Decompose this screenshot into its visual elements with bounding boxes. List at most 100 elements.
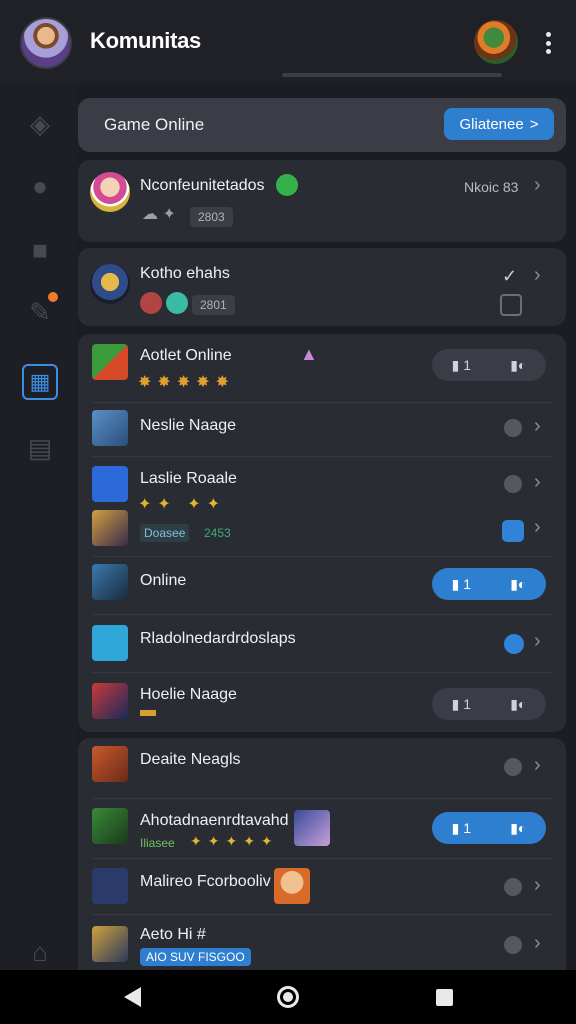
home-icon[interactable] — [277, 986, 299, 1008]
list-item[interactable]: Laslie Roaale ✦✦ ✦✦ › Doasee 2453 › — [78, 456, 566, 556]
briefcase-icon: ■ — [32, 234, 48, 265]
system-nav-bar — [0, 970, 576, 1024]
lock-icon — [500, 294, 522, 316]
chevron-right-icon[interactable]: › — [534, 471, 541, 494]
rail-item-grid[interactable]: ▦ — [22, 364, 58, 400]
chevron-right-icon[interactable]: › — [534, 264, 541, 287]
chat-icon — [276, 174, 298, 196]
list-item-title: Deaite Neagls — [140, 751, 241, 768]
game-list-card: Aotlet Online ▲ ✸✸✸✸✸ ▮ 1 ▮◐ Neslie Naag… — [78, 334, 566, 732]
game-thumbnail — [92, 868, 128, 904]
chevron-right-icon[interactable]: › — [534, 516, 541, 539]
friend-avatar[interactable] — [474, 20, 518, 64]
list-item[interactable]: Ahotadnaenrdtavahd Iliasee ✦✦✦✦✦ ▮ 1 ▮◐ — [78, 798, 566, 858]
thumbs-up-icon: ▮ 1 — [451, 695, 471, 712]
list-item-title: Online — [140, 572, 187, 589]
list-item[interactable]: Aotlet Online ▲ ✸✸✸✸✸ ▮ 1 ▮◐ — [78, 334, 566, 402]
rail-item-tags[interactable]: ◈ — [22, 106, 58, 142]
featured-meta: Nkoic 83 — [464, 179, 519, 195]
featured-card-2[interactable]: Kotho ehahs 2801 ✓ › — [78, 248, 566, 326]
list-item[interactable]: Aeto Hi # AIO SUV FISGOO › — [78, 914, 566, 970]
back-icon[interactable] — [124, 987, 141, 1007]
game-thumbnail — [92, 510, 128, 546]
featured-chip: 2803 — [190, 207, 233, 227]
page-title: Komunitas — [90, 28, 201, 53]
game-thumbnail — [92, 466, 128, 502]
featured-chip: 2801 — [192, 295, 235, 315]
list-item-title: Neslie Naage — [140, 417, 237, 434]
rail-item-friends[interactable]: ● — [22, 168, 58, 204]
tab-indicator — [282, 73, 502, 77]
vote-toggle[interactable]: ▮ 1 ▮◐ — [432, 568, 546, 600]
list-item[interactable]: Neslie Naage › — [78, 402, 566, 456]
person-icon: ● — [32, 170, 48, 201]
list-item-title: Rladolnedardrdoslaps — [140, 630, 296, 647]
list-item-title: Malireo Fcorbooliv — [140, 873, 271, 890]
community-avatar — [90, 172, 130, 212]
thumbs-up-icon: ▮ 1 — [451, 575, 471, 592]
vote-toggle[interactable]: ▮ 1 ▮◐ — [432, 812, 546, 844]
rocket-icon: ✎ — [29, 296, 51, 327]
featured-card-1[interactable]: Nconfeunitetados ☁ ✦ 2803 Nkoic 83 › — [78, 160, 566, 242]
rail-item-store[interactable]: ■ — [22, 232, 58, 268]
chevron-right-icon: > — [529, 115, 539, 133]
game-thumbnail — [92, 808, 128, 844]
top-app-bar: Komunitas — [0, 0, 576, 84]
check-icon: ✓ — [502, 266, 518, 286]
rail-item-tools[interactable]: ✎ — [22, 292, 58, 330]
status-dot — [504, 419, 522, 437]
game-thumbnail — [92, 746, 128, 782]
notification-dot — [48, 292, 58, 302]
chevron-right-icon[interactable]: › — [534, 174, 541, 197]
chevron-right-icon[interactable]: › — [534, 874, 541, 897]
game-thumbnail — [92, 926, 128, 962]
reward-icons: ✦✦ ✦✦ — [138, 496, 227, 513]
list-item[interactable]: Hoelie Naage ▮ 1 ▮◐ — [78, 672, 566, 732]
home-icon: ⌂ — [32, 936, 48, 967]
character-thumbnail — [274, 868, 310, 904]
rating-bar — [140, 710, 156, 716]
grid-icon: ▦ — [29, 369, 51, 394]
chevron-right-icon[interactable]: › — [534, 754, 541, 777]
folder-icon: ▤ — [27, 432, 53, 463]
game-thumbnail — [92, 625, 128, 661]
thumbs-up-icon: ▮ 1 — [451, 356, 471, 373]
featured-title: Kotho ehahs — [140, 265, 230, 282]
user-avatar[interactable] — [20, 17, 72, 69]
warning-icon: ▲ — [300, 344, 318, 364]
recent-apps-icon[interactable] — [436, 989, 453, 1006]
chevron-right-icon[interactable]: › — [534, 932, 541, 955]
list-item[interactable]: Deaite Neagls › — [78, 738, 566, 798]
badge-icon — [166, 292, 188, 314]
overflow-menu-icon[interactable] — [538, 28, 558, 58]
featured-title: Nconfeunitetados — [140, 177, 265, 194]
banner-title: Game Online — [104, 115, 205, 134]
rail-item-folders[interactable]: ▤ — [22, 430, 58, 466]
emoji-icon: ☁ ✦ — [142, 206, 176, 223]
list-item[interactable]: Online ▮ 1 ▮◐ — [78, 556, 566, 614]
side-rail: ◈ ● ■ ✎ ▦ ▤ ⌂ — [0, 84, 78, 970]
community-avatar — [90, 264, 130, 304]
vote-toggle[interactable]: ▮ 1 ▮◐ — [432, 688, 546, 720]
sub-value: 2453 — [204, 526, 231, 540]
rail-item-home[interactable]: ⌂ — [22, 934, 58, 970]
chevron-right-icon[interactable]: › — [534, 415, 541, 438]
status-dot — [504, 475, 522, 493]
banner-button-label: Gliatenee — [459, 115, 524, 133]
vote-toggle[interactable]: ▮ 1 ▮◐ — [432, 349, 546, 381]
thumbs-down-icon: ▮◐ — [510, 575, 527, 592]
badge-icon — [140, 292, 162, 314]
reward-icons: ✸✸✸✸✸ — [138, 374, 236, 391]
list-item[interactable]: Malireo Fcorbooliv › — [78, 858, 566, 914]
game-thumbnail — [92, 344, 128, 380]
list-item-title: Hoelie Naage — [140, 686, 237, 703]
banner-button[interactable]: Gliatenee > — [444, 108, 554, 140]
game-thumbnail — [92, 564, 128, 600]
character-thumbnail — [294, 810, 330, 846]
list-item[interactable]: Rladolnedardrdoslaps › — [78, 614, 566, 672]
list-item-title: Ahotadnaenrdtavahd — [140, 812, 289, 829]
thumbs-up-icon: ▮ 1 — [451, 819, 471, 836]
chevron-right-icon[interactable]: › — [534, 630, 541, 653]
bookmark-icon[interactable] — [502, 520, 524, 542]
tag-icon: ◈ — [30, 108, 50, 139]
